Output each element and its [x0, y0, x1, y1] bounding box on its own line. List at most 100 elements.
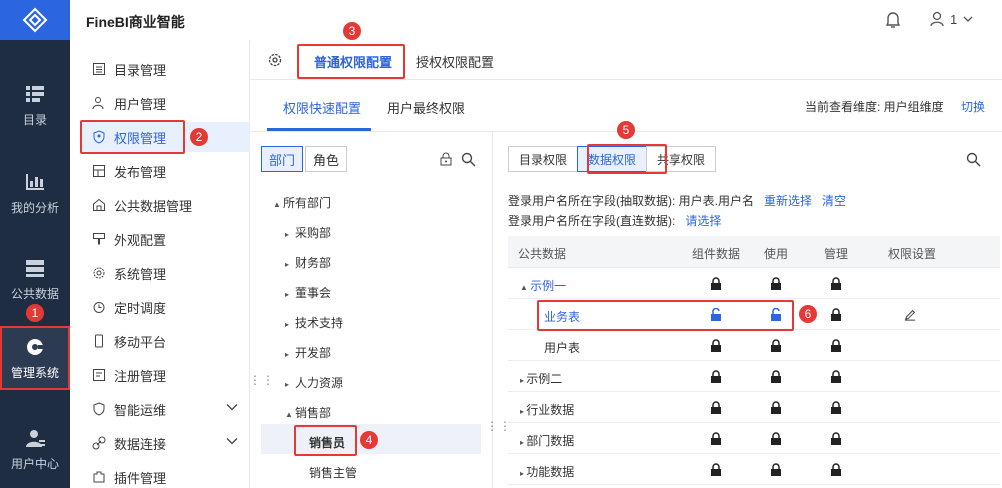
nav-admin-system[interactable]: 管理系统	[0, 326, 70, 390]
step-badge-5: 5	[617, 121, 635, 139]
menu-label: 数据连接	[114, 436, 167, 452]
highlight-sales-rep	[294, 425, 357, 456]
admin-menu: 目录管理 用户管理 权限管理 发布管理 公共数据管理 外观配置 系统管理 定时调…	[70, 40, 250, 488]
menu-user-mgmt[interactable]: 用户管理	[80, 88, 250, 118]
registration-icon	[93, 369, 105, 381]
active-tab-indicator	[267, 128, 371, 131]
menu-mobile[interactable]: 移动平台	[80, 326, 250, 356]
lock-icon[interactable]	[830, 432, 842, 446]
menu-system-mgmt[interactable]: 系统管理	[80, 258, 250, 288]
col-header: 使用	[764, 247, 789, 261]
tree-node[interactable]: ▸ 技术支持	[285, 314, 343, 331]
chevron-down-icon	[226, 438, 238, 445]
menu-catalog-mgmt[interactable]: 目录管理	[80, 54, 250, 84]
lock-icon[interactable]	[770, 339, 782, 353]
row-label[interactable]: ▸ 功能数据	[520, 463, 574, 480]
menu-label: 插件管理	[114, 470, 167, 486]
menu-plugins[interactable]: 插件管理	[80, 462, 250, 488]
menu-schedule[interactable]: 定时调度	[80, 292, 250, 322]
tree-node[interactable]: 销售主管	[309, 464, 357, 481]
clear-link[interactable]: 清空	[822, 194, 846, 208]
lock-icon[interactable]	[830, 277, 842, 291]
admin-gear-icon	[27, 338, 44, 355]
row-label[interactable]: ▲ 示例一	[520, 277, 566, 294]
lock-icon[interactable]	[770, 432, 782, 446]
row-label[interactable]: 用户表	[544, 339, 580, 356]
lock-icon[interactable]	[710, 463, 722, 477]
tree-label: 开发部	[295, 346, 332, 360]
switch-link[interactable]: 切换	[961, 98, 985, 115]
lock-icon[interactable]	[770, 370, 782, 384]
tree-node[interactable]: ▸ 财务部	[285, 254, 331, 271]
tab-grant-permission[interactable]: 授权权限配置	[416, 52, 494, 71]
lock-icon[interactable]	[830, 463, 842, 477]
seg-dept[interactable]: 部门	[261, 146, 303, 172]
mobile-icon	[95, 334, 103, 348]
lock-icon[interactable]	[770, 277, 782, 291]
menu-smart-ops[interactable]: 智能运维	[80, 394, 250, 424]
lock-icon[interactable]	[710, 339, 722, 353]
edit-icon[interactable]	[904, 308, 916, 322]
menu-public-data-mgmt[interactable]: 公共数据管理	[80, 190, 250, 220]
table-row[interactable]: ▲ 示例一	[508, 269, 1000, 299]
menu-registration[interactable]: 注册管理	[80, 360, 250, 390]
brand-title: FineBI商业智能	[86, 14, 185, 30]
table-row[interactable]: ▸ 部门数据	[508, 424, 1000, 454]
user-menu[interactable]: 1	[930, 11, 973, 27]
expand-arrow-icon[interactable]: ▲	[520, 283, 530, 292]
nav-user-center[interactable]: 用户中心	[0, 414, 70, 484]
lock-icon[interactable]	[770, 401, 782, 415]
table-row[interactable]: 用户表	[508, 331, 1000, 361]
reselect-link[interactable]: 重新选择	[764, 194, 812, 208]
chevron-down-icon	[963, 16, 973, 22]
lock-icon[interactable]	[710, 432, 722, 446]
row-label[interactable]: ▸ 部门数据	[520, 432, 574, 449]
app-logo[interactable]	[0, 0, 70, 40]
tree-node[interactable]: ▸ 采购部	[285, 224, 331, 241]
lock-icon[interactable]	[830, 339, 842, 353]
col-header: 权限设置	[888, 247, 937, 261]
highlight-normal-permission	[297, 44, 405, 79]
search-icon[interactable]	[966, 152, 981, 167]
lock-icon[interactable]	[770, 463, 782, 477]
lock-icon[interactable]	[710, 401, 722, 415]
lock-icon[interactable]	[710, 370, 722, 384]
row-label[interactable]: ▸ 行业数据	[520, 401, 574, 418]
lock-icon[interactable]	[830, 401, 842, 415]
current-view-dimension: 当前查看维度: 用户组维度	[805, 100, 944, 114]
bell-icon[interactable]	[885, 11, 901, 29]
lock-search-icon[interactable]	[439, 152, 453, 166]
tab-quick-config[interactable]: 权限快速配置	[283, 98, 361, 117]
nav-my-analysis[interactable]: 我的分析	[0, 158, 70, 228]
table-row[interactable]: ▸ 功能数据	[508, 455, 1000, 485]
gear-icon	[93, 267, 105, 279]
table-row[interactable]: ▸ 行业数据	[508, 393, 1000, 423]
seg-role[interactable]: 角色	[305, 146, 347, 172]
table-row[interactable]: ▸ 示例二	[508, 362, 1000, 392]
step-badge-6: 6	[799, 305, 817, 323]
tree-node[interactable]: ▸ 董事会	[285, 284, 331, 301]
tree-label: 销售部	[295, 406, 332, 420]
select-link[interactable]: 请选择	[685, 214, 721, 228]
menu-data-connection[interactable]: 数据连接	[80, 428, 250, 458]
step-badge-3: 3	[343, 22, 361, 40]
tree-node[interactable]: ▸ 人力资源	[285, 374, 343, 391]
menu-publish-mgmt[interactable]: 发布管理	[80, 156, 250, 186]
tab-final-permission[interactable]: 用户最终权限	[387, 98, 465, 117]
menu-appearance[interactable]: 外观配置	[80, 224, 250, 254]
extract-field-info: 登录用户名所在字段(抽取数据): 用户表.用户名 重新选择 清空	[508, 192, 846, 209]
tree-node[interactable]: ▲ 销售部	[285, 404, 331, 421]
search-icon[interactable]	[461, 152, 476, 167]
row-text: 示例二	[526, 372, 563, 386]
row-text: 用户表	[544, 341, 581, 355]
settings-icon[interactable]	[267, 52, 283, 68]
row-label[interactable]: ▸ 示例二	[520, 370, 562, 387]
lock-icon[interactable]	[830, 370, 842, 384]
tree-node[interactable]: ▲ 所有部门	[273, 194, 331, 211]
lock-icon[interactable]	[830, 308, 842, 322]
nav-catalog[interactable]: 目录	[0, 70, 70, 140]
tab-catalog-permission[interactable]: 目录权限	[508, 146, 579, 172]
database-icon	[26, 259, 44, 277]
lock-icon[interactable]	[710, 277, 722, 291]
tree-node[interactable]: ▸ 开发部	[285, 344, 331, 361]
